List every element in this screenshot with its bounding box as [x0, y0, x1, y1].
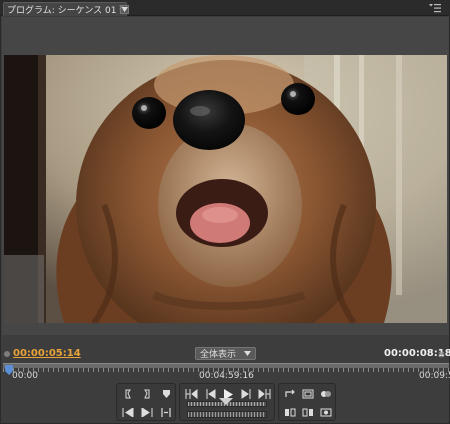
jog-wheel[interactable] — [187, 411, 267, 418]
video-frame-image — [4, 55, 447, 323]
program-monitor-panel: プログラム: シーケンス 01 × 00:00:05:14 全体表示 00:00… — [0, 0, 450, 424]
go-to-next-marker-icon[interactable] — [138, 404, 156, 420]
clear-marker-icon[interactable] — [157, 404, 175, 420]
program-viewer[interactable] — [2, 17, 449, 335]
time-ruler[interactable]: 00:00 00:04:59:16 00:09:5 — [3, 363, 450, 381]
zoom-level-label: 全体表示 — [200, 350, 237, 360]
extract-icon[interactable] — [299, 404, 317, 420]
mark-in-icon[interactable] — [119, 386, 137, 402]
tab-label: プログラム: シーケンス 01 — [7, 6, 117, 16]
go-to-in-icon[interactable] — [182, 386, 200, 402]
close-icon[interactable]: × — [118, 3, 125, 12]
go-to-out-icon[interactable] — [255, 386, 273, 402]
export-frame-icon[interactable] — [317, 404, 335, 420]
edit-controls — [278, 383, 336, 421]
go-to-previous-marker-icon[interactable] — [119, 404, 137, 420]
marker-controls — [116, 383, 176, 421]
output-icon[interactable] — [317, 386, 335, 402]
chevron-down-icon — [244, 351, 251, 356]
panel-menu-icon[interactable] — [429, 3, 441, 13]
timecode-row: 00:00:05:14 全体表示 00:00:08:18 ⊞ — [1, 347, 450, 361]
in-point-icon — [4, 351, 10, 357]
ruler-label-start: 00:00 — [12, 371, 38, 381]
video-frame[interactable] — [4, 55, 447, 323]
zoom-level-select[interactable]: 全体表示 — [195, 347, 256, 360]
tab-bar: プログラム: シーケンス 01 × — [1, 1, 449, 16]
expand-icon[interactable]: ⊞ — [438, 350, 445, 359]
tab-program-sequence[interactable]: プログラム: シーケンス 01 — [3, 2, 129, 16]
set-marker-icon[interactable] — [157, 386, 175, 402]
ruler-label-middle: 00:04:59:16 — [199, 371, 254, 381]
ruler-label-end: 00:09:5 — [419, 371, 450, 381]
step-forward-icon[interactable] — [237, 386, 255, 402]
safe-margins-icon[interactable] — [299, 386, 317, 402]
lift-icon[interactable] — [281, 404, 299, 420]
current-timecode[interactable]: 00:00:05:14 — [13, 348, 81, 359]
loop-icon[interactable] — [281, 386, 299, 402]
shuttle-knob-icon[interactable] — [219, 398, 233, 405]
mark-out-icon[interactable] — [138, 386, 156, 402]
step-back-icon[interactable] — [201, 386, 219, 402]
